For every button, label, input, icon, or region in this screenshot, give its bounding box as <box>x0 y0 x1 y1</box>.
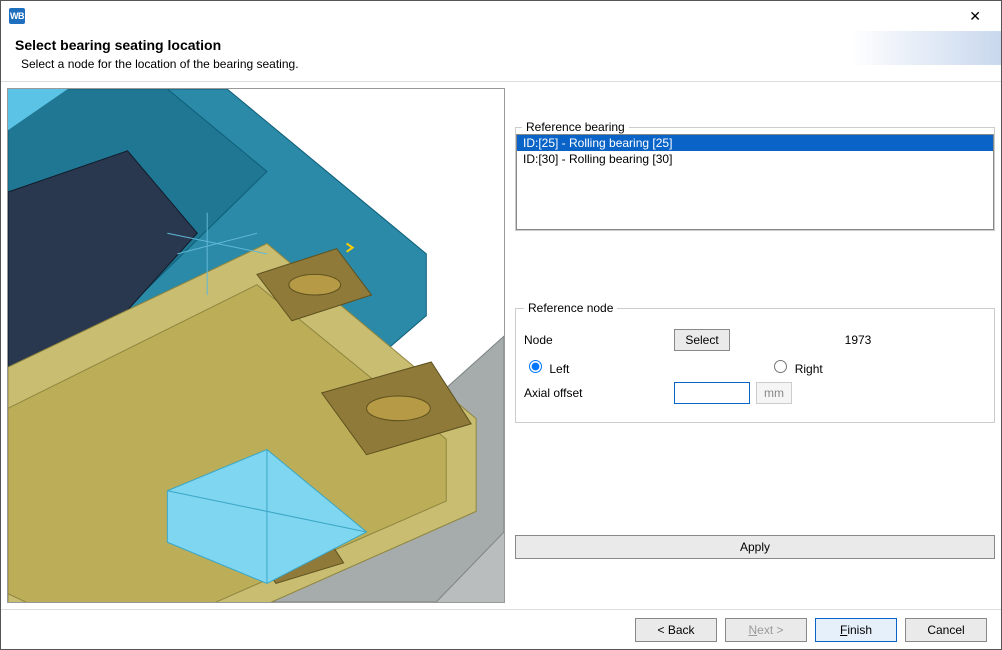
reference-bearing-group: Reference bearing ID:[25] - Rolling bear… <box>515 120 995 231</box>
radio-left-label: Left <box>549 362 569 376</box>
list-item[interactable]: ID:[30] - Rolling bearing [30] <box>517 151 993 167</box>
axial-unit: mm <box>756 382 792 404</box>
app-icon: WB <box>9 8 25 24</box>
reference-node-group: Reference node Node Select 1973 Left Rig… <box>515 301 995 423</box>
reference-bearing-list[interactable]: ID:[25] - Rolling bearing [25] ID:[30] -… <box>516 134 994 230</box>
titlebar: WB ✕ <box>1 1 1001 31</box>
body: Reference bearing ID:[25] - Rolling bear… <box>1 82 1001 609</box>
heading-area: Select bearing seating location Select a… <box>1 31 1001 82</box>
reference-node-legend: Reference node <box>524 301 617 315</box>
radio-right[interactable]: Right <box>769 357 822 376</box>
node-value: 1973 <box>730 333 986 347</box>
axial-label: Axial offset <box>524 386 674 400</box>
apply-button[interactable]: Apply <box>515 535 995 559</box>
model-graphic <box>8 89 504 602</box>
model-viewport[interactable] <box>7 88 505 603</box>
apply-row: Apply <box>515 535 995 559</box>
wizard-footer: < Back Next > Finish Cancel <box>1 609 1001 649</box>
dialog-window: WB ✕ Select bearing seating location Sel… <box>0 0 1002 650</box>
finish-rest: inish <box>847 623 872 637</box>
page-title: Select bearing seating location <box>15 37 987 53</box>
axial-offset-input[interactable] <box>674 382 750 404</box>
page-subtitle: Select a node for the location of the be… <box>21 57 987 71</box>
radio-right-input[interactable] <box>774 360 787 373</box>
side-row: Left Right <box>524 357 986 376</box>
axial-row: Axial offset mm <box>524 382 986 404</box>
close-icon[interactable]: ✕ <box>961 4 989 29</box>
radio-right-label: Right <box>795 362 823 376</box>
next-rest: ext > <box>757 623 783 637</box>
back-button[interactable]: < Back <box>635 618 717 642</box>
radio-left[interactable]: Left <box>524 357 569 376</box>
finish-button[interactable]: Finish <box>815 618 897 642</box>
next-mnemonic: N <box>748 623 757 637</box>
reference-bearing-legend: Reference bearing <box>522 120 629 134</box>
node-label: Node <box>524 333 674 347</box>
list-item[interactable]: ID:[25] - Rolling bearing [25] <box>517 135 993 151</box>
right-panel: Reference bearing ID:[25] - Rolling bear… <box>515 88 995 603</box>
next-button: Next > <box>725 618 807 642</box>
select-node-button[interactable]: Select <box>674 329 730 351</box>
radio-left-input[interactable] <box>529 360 542 373</box>
cancel-button[interactable]: Cancel <box>905 618 987 642</box>
node-row: Node Select 1973 <box>524 329 986 351</box>
